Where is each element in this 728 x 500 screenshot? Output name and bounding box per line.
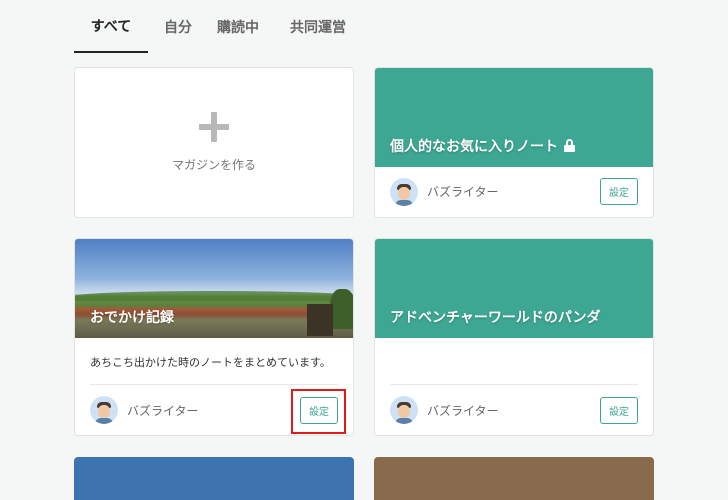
magazine-card-panda[interactable]: アドベンチャーワールドのパンダ バズライター 設定	[374, 238, 654, 436]
plus-icon	[199, 112, 229, 142]
magazine-tabs: すべて 自分 購読中 共同運営	[74, 0, 368, 53]
settings-button[interactable]: 設定	[600, 396, 638, 424]
magazine-card-favorites[interactable]: 個人的なお気に入りノート バズライター 設定	[374, 67, 654, 218]
magazine-title: アドベンチャーワールドのパンダ	[390, 310, 601, 326]
create-magazine-label: マガジンを作る	[171, 158, 256, 172]
tab-all[interactable]: すべて	[74, 0, 148, 53]
settings-button[interactable]: 設定	[300, 396, 338, 424]
magazine-card-outings[interactable]: おでかけ記録 あちこち出かけた時のノートをまとめています。 バズライター 設定	[74, 238, 354, 436]
magazine-cover: アドベンチャーワールドのパンダ	[375, 239, 653, 338]
magazine-footer: バズライター 設定	[390, 384, 638, 435]
magazine-title: 個人的なお気に入りノート	[390, 136, 575, 156]
magazine-footer: バズライター 設定	[390, 166, 638, 217]
lock-icon	[564, 139, 575, 152]
author-name: バズライター	[427, 403, 499, 418]
magazine-card-partial-wood[interactable]	[374, 457, 654, 500]
author-name: バズライター	[427, 185, 499, 199]
avatar	[390, 396, 418, 424]
magazine-cover: 個人的なお気に入りノート	[375, 68, 653, 167]
avatar	[390, 177, 418, 206]
avatar	[90, 396, 118, 424]
magazine-title: おでかけ記録	[90, 310, 174, 326]
tab-mine[interactable]: 自分	[148, 0, 208, 53]
settings-button[interactable]: 設定	[600, 178, 638, 205]
magazine-footer: バズライター 設定	[90, 384, 338, 435]
tab-subscribed[interactable]: 購読中	[208, 0, 268, 53]
create-magazine-card[interactable]: マガジンを作る	[74, 67, 354, 218]
magazine-cover-photo: おでかけ記録	[75, 239, 353, 338]
author-name: バズライター	[127, 403, 199, 418]
magazine-description: あちこち出かけた時のノートをまとめています。	[90, 356, 331, 369]
magazine-card-partial-blue[interactable]	[74, 457, 354, 500]
tab-shared[interactable]: 共同運営	[268, 0, 368, 53]
